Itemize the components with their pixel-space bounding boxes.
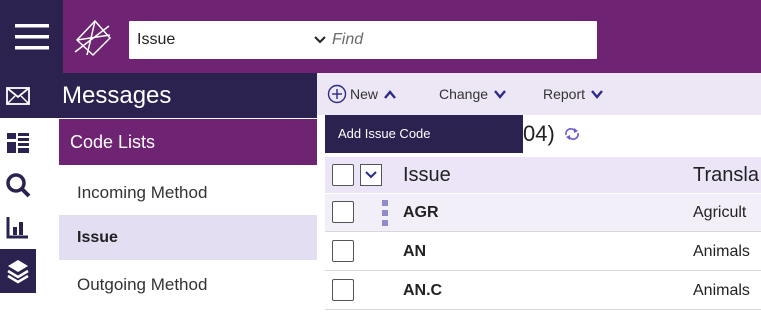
change-button[interactable]: Change [439,73,506,115]
dashboard-icon [7,133,29,153]
list-count-text: 04) [523,121,555,146]
new-button-label: New [350,86,379,102]
rail-search[interactable] [0,165,36,205]
chevron-down-icon[interactable] [314,21,326,59]
hamburger-menu-button[interactable] [0,0,63,73]
sidebar-section-code-lists[interactable]: Code Lists [59,119,317,165]
chevron-down-icon [591,89,603,99]
table-row[interactable]: AN.C Animals [325,272,761,310]
drag-handle-icon[interactable] [382,200,388,226]
refresh-icon[interactable] [563,127,581,141]
top-bar: Issue Find [0,0,761,73]
issue-code: AN [403,243,427,260]
issue-code: AGR [403,204,439,221]
find-field[interactable]: Find [314,21,363,59]
toolbar: New Change Report [317,73,761,115]
issue-code: AN.C [403,282,443,299]
list-count: 04) [523,119,581,149]
rail-dashboard[interactable] [0,123,36,163]
rail-reports[interactable] [0,207,36,247]
row-checkbox[interactable] [332,201,354,223]
column-header-issue[interactable]: Issue [403,157,451,193]
rail-messages[interactable] [0,73,36,118]
add-issue-code-menu-item[interactable]: Add Issue Code [325,115,523,153]
layers-icon [7,260,29,284]
issue-translation: Animals [693,282,750,299]
row-checkbox[interactable] [332,279,354,301]
column-menu-button[interactable] [360,164,382,186]
chart-icon [6,217,28,239]
report-button[interactable]: Report [543,73,603,115]
hamburger-icon [14,23,49,49]
find-placeholder: Find [332,31,364,48]
search-bar[interactable]: Issue Find [129,21,597,59]
sidebar-item-issue[interactable]: Issue [59,215,317,260]
change-button-label: Change [439,86,489,102]
logo-icon [74,19,112,57]
sidebar-item-outgoing-method[interactable]: Outgoing Method [59,262,317,307]
mail-icon [6,86,30,105]
column-header-translation[interactable]: Transla [693,157,759,193]
table-row[interactable]: AN Animals [325,233,761,271]
row-checkbox[interactable] [332,240,354,262]
chevron-up-icon [384,89,396,99]
icon-rail [0,73,36,316]
search-icon [6,173,31,198]
search-scope-label[interactable]: Issue [137,21,175,59]
new-button[interactable]: New [327,73,396,115]
content-gutter [317,115,325,316]
chevron-down-icon [494,89,506,99]
app-logo[interactable] [73,18,113,58]
table-header: Issue Transla [325,157,761,193]
add-circle-icon [327,84,347,104]
issue-translation: Agricult [693,204,747,221]
chevron-down-icon [365,171,377,179]
rail-code-lists[interactable] [0,249,36,293]
report-button-label: Report [543,86,586,102]
sidebar-title[interactable]: Messages [36,73,317,118]
table-row[interactable]: AGR Agricult [325,194,761,232]
issue-translation: Animals [693,243,750,260]
sidebar: Messages Code Lists Incoming Method Issu… [36,73,317,316]
sidebar-item-incoming-method[interactable]: Incoming Method [59,170,317,215]
select-all-checkbox[interactable] [332,164,354,186]
